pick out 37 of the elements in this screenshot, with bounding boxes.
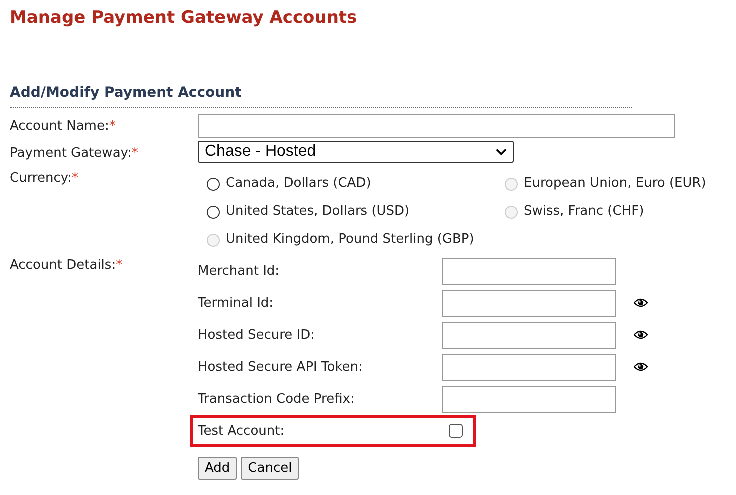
input-field[interactable] — [442, 290, 616, 316]
field-label: Hosted Secure ID: — [198, 328, 316, 342]
radio-label: Swiss, Franc (CHF) — [524, 203, 644, 221]
radio-button[interactable] — [207, 206, 220, 218]
eye-icon[interactable] — [634, 330, 648, 340]
field-label: Transaction Code Prefix: — [198, 392, 356, 406]
section-heading: Add/Modify Payment Account — [10, 84, 632, 108]
cancel-button[interactable]: Cancel — [241, 457, 300, 480]
input-field[interactable] — [442, 322, 616, 348]
add-button[interactable]: Add — [198, 457, 238, 480]
caret-icon — [496, 148, 507, 156]
required-mark: * — [132, 146, 138, 161]
eye-icon[interactable] — [634, 298, 648, 308]
radio-label: Canada, Dollars (CAD) — [226, 175, 372, 193]
field-label: Terminal Id: — [198, 296, 275, 310]
field-label: Account Name: — [10, 119, 110, 134]
field-label: Currency: — [10, 171, 72, 186]
page-title: Manage Payment Gateway Accounts — [10, 8, 358, 28]
radio-button[interactable] — [207, 178, 220, 190]
required-mark: * — [109, 119, 116, 134]
input-field[interactable] — [442, 386, 616, 412]
gateway-dropdown[interactable]: Chase - Hosted — [198, 141, 514, 163]
field-label: Merchant Id: — [198, 264, 281, 278]
eye-icon[interactable] — [634, 362, 648, 372]
radio-label: United Kingdom, Pound Sterling (GBP) — [226, 231, 474, 249]
field-label: Hosted Secure API Token: — [198, 360, 364, 374]
input-field[interactable] — [442, 354, 616, 380]
input-field[interactable] — [442, 258, 616, 284]
field-label: Account Details: — [10, 258, 116, 273]
radio-label: European Union, Euro (EUR) — [524, 175, 706, 193]
required-mark: * — [116, 258, 123, 273]
checkbox[interactable] — [449, 424, 463, 438]
field-label: Payment Gateway: — [10, 146, 132, 161]
required-mark: * — [72, 171, 79, 186]
input-field[interactable] — [198, 114, 675, 138]
radio-label: United States, Dollars (USD) — [226, 203, 410, 221]
field-label: Test Account: — [198, 424, 286, 438]
